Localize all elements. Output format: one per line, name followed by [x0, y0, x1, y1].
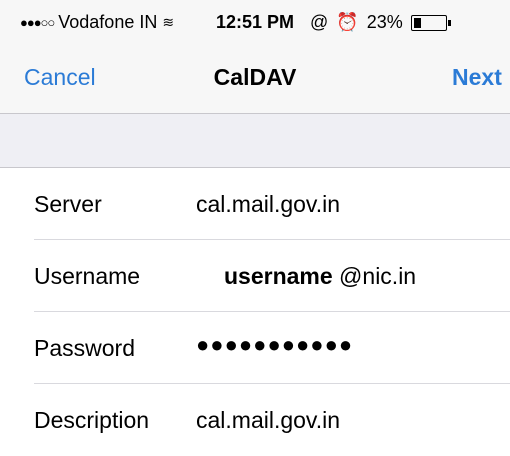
- status-left: ●●●○○ Vodafone IN ≋: [20, 12, 174, 33]
- navigation-bar: Cancel CalDAV Next: [0, 42, 510, 114]
- status-right: @ ⏰ 23%: [310, 12, 451, 33]
- battery-percent: 23%: [366, 12, 403, 32]
- page-title: CalDAV: [213, 64, 297, 90]
- rotation-lock-icon: @: [310, 12, 329, 32]
- carrier-name: Vodafone IN: [58, 12, 158, 32]
- battery-icon: [410, 14, 451, 31]
- username-row: Username username @nic.in: [0, 240, 510, 312]
- next-button[interactable]: Next: [452, 64, 502, 91]
- username-value: username: [224, 263, 333, 289]
- signal-strength-icon: ●●●○○: [20, 15, 55, 30]
- caldav-form: Server cal.mail.gov.in Username username…: [0, 168, 510, 456]
- alarm-icon: ⏰: [336, 12, 359, 32]
- password-row: Password ●●●●●●●●●●●: [0, 312, 510, 384]
- username-field[interactable]: username @nic.in: [224, 263, 416, 290]
- status-time: 12:51 PM: [216, 12, 295, 32]
- password-field[interactable]: ●●●●●●●●●●●: [196, 332, 353, 358]
- username-domain: @nic.in: [332, 263, 417, 289]
- password-label: Password: [34, 335, 135, 361]
- description-row: Description cal.mail.gov.in: [0, 384, 510, 456]
- section-spacer: [0, 114, 510, 168]
- wifi-icon: ≋: [162, 14, 175, 30]
- description-field[interactable]: cal.mail.gov.in: [196, 407, 340, 434]
- server-label: Server: [34, 191, 102, 217]
- username-label: Username: [34, 263, 141, 289]
- server-field[interactable]: cal.mail.gov.in: [196, 191, 340, 218]
- status-bar: ●●●○○ Vodafone IN ≋ 12:51 PM @ ⏰ 23%: [0, 0, 510, 42]
- server-row: Server cal.mail.gov.in: [0, 168, 510, 240]
- description-label: Description: [34, 407, 150, 433]
